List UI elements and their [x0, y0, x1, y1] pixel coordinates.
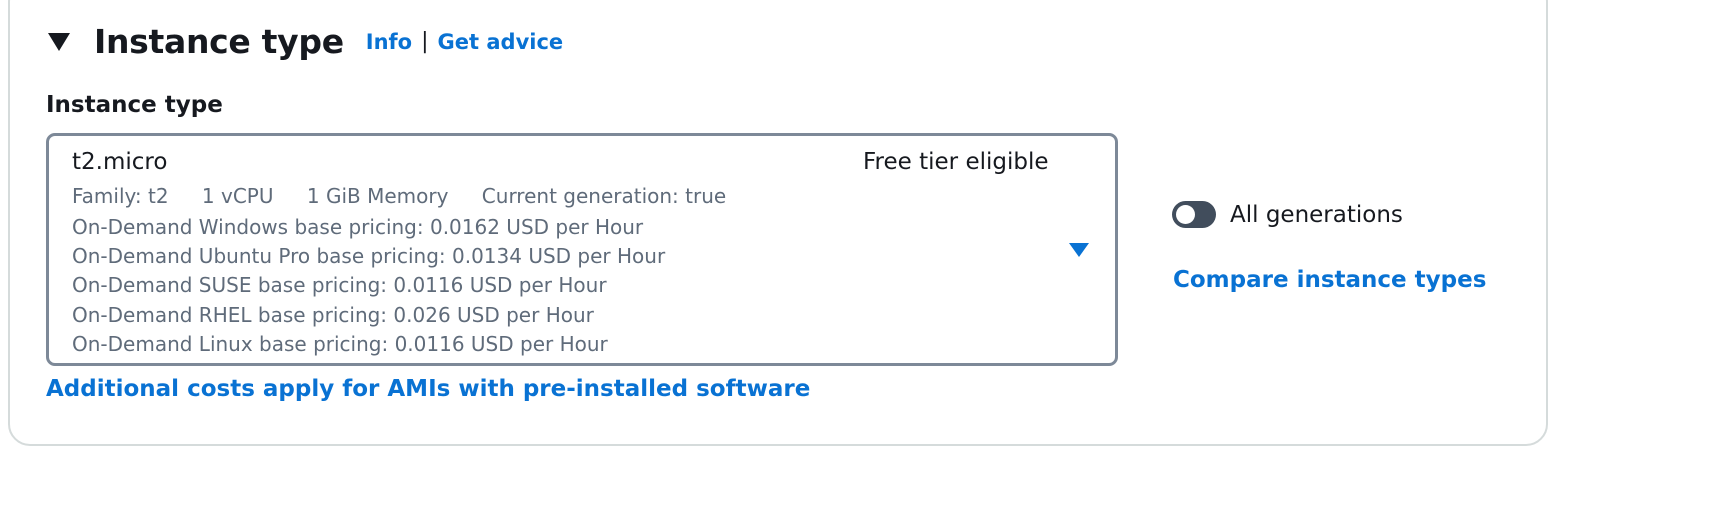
selected-instance-name: t2.micro: [72, 149, 168, 175]
pricing-rhel: On-Demand RHEL base pricing: 0.026 USD p…: [72, 302, 594, 327]
info-link[interactable]: Info: [366, 30, 412, 54]
compare-instance-types-link[interactable]: Compare instance types: [1173, 267, 1486, 293]
instance-memory: 1 GiB Memory: [306, 184, 449, 208]
instance-specs: Family: t2 1 vCPU 1 GiB Memory Current g…: [72, 184, 753, 208]
all-generations-toggle[interactable]: [1172, 201, 1216, 228]
get-advice-link[interactable]: Get advice: [438, 30, 564, 54]
section-title: Instance type: [94, 22, 344, 61]
instance-type-field-label: Instance type: [46, 92, 223, 118]
all-generations-label: All generations: [1230, 201, 1403, 228]
pricing-suse: On-Demand SUSE base pricing: 0.0116 USD …: [72, 273, 607, 298]
free-tier-badge: Free tier eligible: [863, 149, 1049, 175]
collapse-caret-icon[interactable]: [48, 32, 70, 51]
dropdown-caret-icon[interactable]: [1069, 243, 1089, 257]
instance-type-select[interactable]: t2.micro Free tier eligible Family: t2 1…: [46, 133, 1118, 366]
pricing-list: On-Demand Windows base pricing: 0.0162 U…: [72, 213, 665, 359]
all-generations-row: All generations: [1172, 201, 1403, 228]
pricing-linux: On-Demand Linux base pricing: 0.0116 USD…: [72, 331, 608, 356]
pricing-ubuntu-pro: On-Demand Ubuntu Pro base pricing: 0.013…: [72, 244, 666, 269]
additional-costs-link[interactable]: Additional costs apply for AMIs with pre…: [46, 376, 810, 402]
section-header: Instance type Info | Get advice: [48, 22, 563, 61]
instance-family: Family: t2: [72, 184, 169, 208]
instance-vcpu: 1 vCPU: [201, 184, 274, 208]
instance-generation: Current generation: true: [481, 184, 727, 208]
header-separator: |: [421, 29, 429, 54]
toggle-knob: [1176, 205, 1195, 224]
pricing-windows: On-Demand Windows base pricing: 0.0162 U…: [72, 215, 644, 239]
